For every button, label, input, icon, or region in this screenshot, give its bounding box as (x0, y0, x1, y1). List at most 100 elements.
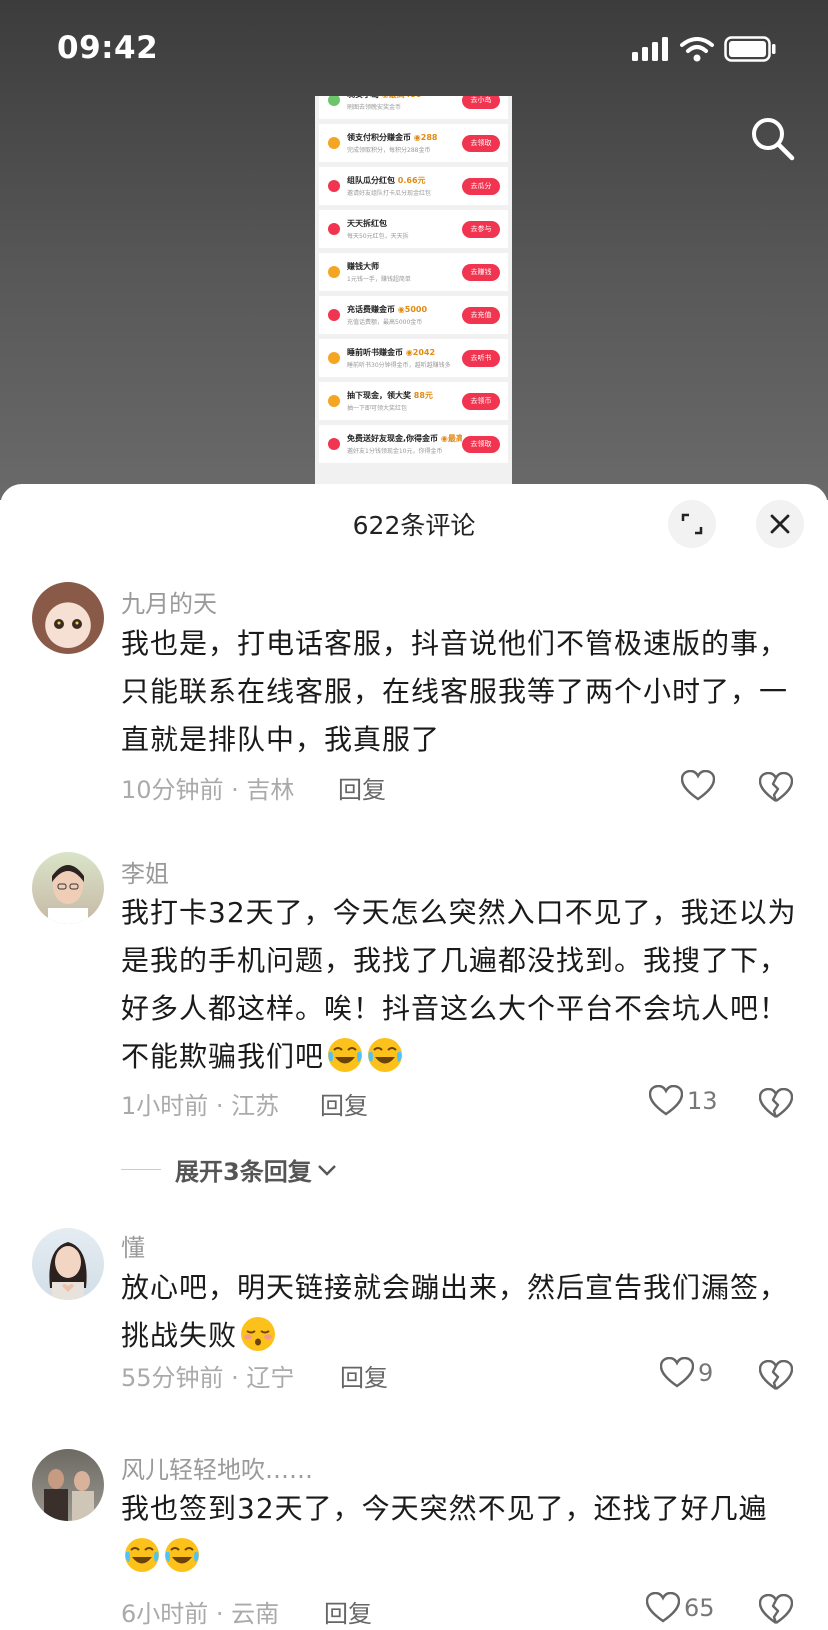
like-button[interactable]: 13 (649, 1085, 718, 1117)
reply-button[interactable]: 回复 (340, 1358, 388, 1393)
battery-icon (724, 36, 776, 62)
broken-heart-icon (758, 771, 794, 802)
task-button: 去小岛 (462, 96, 500, 109)
expand-fullscreen-button[interactable] (668, 500, 716, 548)
task-title: 抽下现金，领大奖 88元 (347, 391, 433, 400)
dislike-button[interactable] (758, 1359, 794, 1392)
comment-text: 我打卡32天了，今天怎么突然入口不见了，我还以为是我的手机问题，我找了几遍都没找… (121, 889, 801, 1081)
status-bar: 09:42 (0, 0, 828, 100)
task-title: 充话费赚金币 ◉5000 (347, 305, 428, 314)
task-subtitle: 邀请好友组队打卡瓜分现金红包 (347, 190, 432, 197)
comment-text-content: 放心吧，明天链接就会蹦出来，然后宣告我们漏签，挑战失败 (121, 1271, 789, 1352)
search-icon[interactable] (748, 114, 796, 162)
comment-username[interactable]: 李姐 (121, 854, 169, 889)
comment-username[interactable]: 懂 (121, 1228, 145, 1263)
comment-username[interactable]: 风儿轻轻地吹…… (121, 1450, 313, 1485)
avatar[interactable] (32, 1228, 104, 1300)
divider (121, 1169, 161, 1170)
task-icon (328, 438, 340, 450)
sleepy-emoji-icon (239, 1315, 277, 1353)
task-button: 去充值 (462, 306, 500, 324)
task-button: 去听书 (462, 349, 500, 367)
broken-heart-icon (758, 1593, 794, 1624)
task-text: 晚安小岛 ◉最高450 刷图去领晚安奖金币 (347, 96, 462, 111)
video-area[interactable]: 09:42 晚安小岛 ◉最高450刷图去领晚安 (0, 0, 828, 500)
avatar[interactable] (32, 1449, 104, 1521)
like-count: 9 (698, 1359, 714, 1387)
comment-meta: 10分钟前 · 吉林 (121, 776, 295, 804)
task-icon (328, 137, 340, 149)
task-subtitle: 睡前听书30分钟得金币，越听越赚钱多 (347, 362, 451, 369)
task-icon (328, 96, 340, 106)
reply-button[interactable]: 回复 (338, 770, 386, 805)
comment-username[interactable]: 九月的天 (121, 584, 217, 619)
like-button[interactable]: 9 (660, 1357, 713, 1389)
preview-task-row: 抽下现金，领大奖 88元 抽一下即可领大奖红包 去领币 (319, 382, 508, 420)
dislike-button[interactable] (758, 771, 794, 804)
task-title: 组队瓜分红包 0.66元 (347, 176, 426, 185)
task-button: 去领币 (462, 392, 500, 410)
video-screenshot-preview: 晚安小岛 ◉最高450 刷图去领晚安奖金币 去小岛领支付积分赚金币 ◉288 完成领取… (315, 96, 512, 486)
preview-task-row: 睡前听书赚金币 ◉2042 睡前听书30分钟得金币，越听越赚钱多 去听书 (319, 339, 508, 377)
like-count: 65 (684, 1594, 715, 1622)
dislike-button[interactable] (758, 1593, 794, 1626)
dislike-button[interactable] (758, 1087, 794, 1120)
broken-heart-icon (758, 1087, 794, 1118)
wifi-icon (680, 36, 714, 61)
task-title: 天天拆红包 (347, 219, 387, 228)
close-button[interactable] (756, 500, 804, 548)
expand-icon (681, 513, 703, 535)
expand-replies-label: 展开3条回复 (175, 1158, 312, 1186)
preview-task-row: 充话费赚金币 ◉5000 充值话费额，最高5000金币 去充值 (319, 296, 508, 334)
task-text: 组队瓜分红包 0.66元 邀请好友组队打卡瓜分现金红包 (347, 175, 462, 197)
task-button: 去瓜分 (462, 177, 500, 195)
laugh-cry-emoji-icon (123, 1536, 161, 1574)
avatar[interactable] (32, 582, 104, 654)
cellular-signal-icon (632, 37, 668, 61)
preview-task-row: 组队瓜分红包 0.66元 邀请好友组队打卡瓜分现金红包 去瓜分 (319, 167, 508, 205)
reply-button[interactable]: 回复 (320, 1086, 368, 1121)
task-icon (328, 223, 340, 235)
heart-icon (660, 1357, 694, 1388)
task-icon (328, 266, 340, 278)
comment-meta: 6小时前 · 云南 (121, 1600, 280, 1628)
task-icon (328, 352, 340, 364)
comment-text-content: 我也签到32天了，今天突然不见了，还找了好几遍 (121, 1492, 768, 1525)
task-icon (328, 395, 340, 407)
task-icon (328, 309, 340, 321)
task-text: 充话费赚金币 ◉5000 充值话费额，最高5000金币 (347, 304, 462, 326)
reply-button[interactable]: 回复 (324, 1594, 372, 1629)
task-subtitle: 完成领取积分，每积分288金币 (347, 147, 431, 154)
task-subtitle: 刷图去领晚安奖金币 (347, 104, 402, 111)
task-text: 天天拆红包 每天50元红包，天天拆 (347, 218, 462, 240)
like-button[interactable] (681, 770, 715, 802)
avatar[interactable] (32, 852, 104, 924)
broken-heart-icon (758, 1359, 794, 1390)
task-text: 免费送好友现金,你得金币 ◉最高8000 邀好友1分钱领现金10元，你得金币 (347, 433, 462, 455)
heart-icon (681, 770, 715, 801)
task-button: 去赚钱 (462, 263, 500, 281)
like-count: 13 (687, 1087, 718, 1115)
task-text: 睡前听书赚金币 ◉2042 睡前听书30分钟得金币，越听越赚钱多 (347, 347, 462, 369)
status-time: 09:42 (57, 30, 159, 66)
heart-icon (646, 1592, 680, 1623)
task-subtitle: 每天50元红包，天天拆 (347, 233, 409, 240)
like-button[interactable]: 65 (646, 1592, 715, 1624)
comment-meta: 55分钟前 · 辽宁 (121, 1364, 295, 1392)
expand-replies-button[interactable]: 展开3条回复 (121, 1152, 338, 1187)
preview-task-row: 赚钱大师 1元钱一手，赚钱超简单 去赚钱 (319, 253, 508, 291)
comment-meta: 1小时前 · 江苏 (121, 1092, 280, 1120)
preview-task-row: 领支付积分赚金币 ◉288 完成领取积分，每积分288金币 去领取 (319, 124, 508, 162)
status-icons (632, 36, 776, 62)
close-icon (770, 514, 790, 534)
laugh-cry-emoji-icon (366, 1036, 404, 1074)
preview-task-row: 晚安小岛 ◉最高450 刷图去领晚安奖金币 去小岛 (319, 96, 508, 119)
task-icon (328, 180, 340, 192)
task-title: 赚钱大师 (347, 262, 379, 271)
laugh-cry-emoji-icon (326, 1036, 364, 1074)
task-subtitle: 邀好友1分钱领现金10元，你得金币 (347, 448, 443, 455)
task-button: 去领取 (462, 435, 500, 453)
chevron-down-icon (317, 1164, 336, 1176)
comment-text: 我也是，打电话客服，抖音说他们不管极速版的事，只能联系在线客服，在线客服我等了两… (121, 627, 789, 756)
task-subtitle: 1元钱一手，赚钱超简单 (347, 276, 411, 283)
